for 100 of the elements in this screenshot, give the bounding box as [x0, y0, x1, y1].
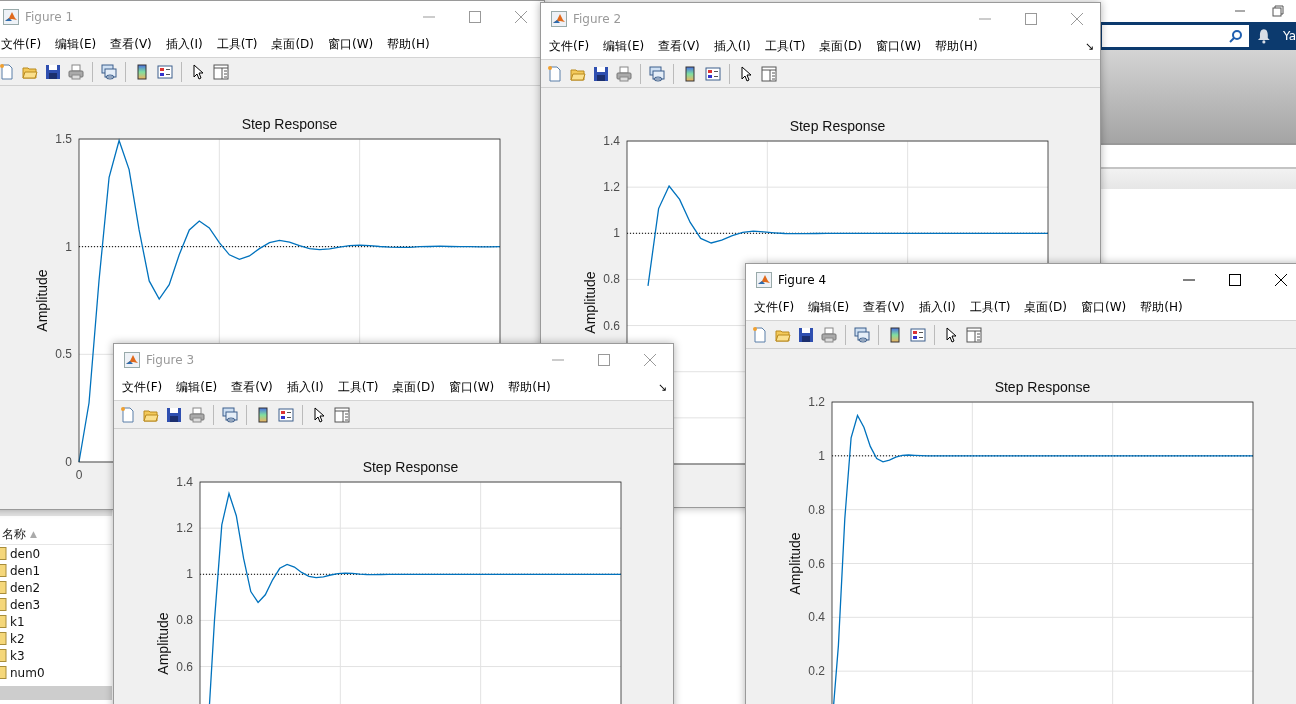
- linked-windows-icon[interactable]: [852, 324, 872, 345]
- variable-name[interactable]: k1: [10, 614, 25, 629]
- peak-logo-icon: [551, 10, 567, 27]
- close-icon: [644, 353, 656, 366]
- menu-item[interactable]: 插入(I): [713, 36, 751, 57]
- y-tick-label: 0.6: [603, 318, 620, 333]
- y-axis-label: Amplitude: [582, 271, 598, 334]
- variable-name[interactable]: den3: [10, 597, 41, 612]
- y-tick-label: 1.5: [55, 132, 72, 146]
- variable-icon: [0, 598, 7, 611]
- menu-item[interactable]: 查看(V): [110, 34, 152, 55]
- property-panel-icon[interactable]: [759, 63, 779, 84]
- y-tick-label: 0.8: [176, 613, 193, 628]
- menu-item[interactable]: 帮助(H): [508, 377, 551, 398]
- property-panel-icon[interactable]: [211, 61, 231, 82]
- menu-item[interactable]: 工具(T): [764, 36, 806, 57]
- maximize-icon: [598, 353, 610, 366]
- menu-item[interactable]: 文件(F): [1, 34, 42, 55]
- peak-logo-icon: [3, 8, 19, 25]
- window-title: Figure 3: [146, 352, 195, 367]
- variable-name[interactable]: den2: [10, 580, 41, 595]
- variable-icon: [0, 632, 7, 645]
- menu-item[interactable]: 工具(T): [216, 34, 258, 55]
- column-name: 名称: [2, 525, 26, 543]
- variable-name[interactable]: num0: [10, 665, 45, 680]
- menu-item[interactable]: 窗口(W): [328, 34, 374, 55]
- y-axis-label: Amplitude: [34, 269, 50, 332]
- y-tick-label: 0.8: [808, 502, 825, 517]
- menu-item[interactable]: 桌面(D): [1024, 297, 1067, 318]
- y-tick-label: 1.4: [603, 134, 620, 148]
- menu-item[interactable]: 帮助(H): [935, 36, 978, 57]
- menu-item[interactable]: 窗口(W): [449, 377, 495, 398]
- y-tick-label: 1: [65, 239, 72, 254]
- y-tick-label: 0.6: [808, 556, 825, 571]
- window-title: Figure 2: [573, 11, 622, 26]
- user-name[interactable]: Ya: [1282, 29, 1296, 43]
- linked-windows-icon[interactable]: [220, 404, 240, 425]
- maximize-icon: [1025, 12, 1037, 25]
- menu-item[interactable]: 编辑(E): [808, 297, 850, 318]
- menu-item[interactable]: 窗口(W): [1081, 297, 1127, 318]
- window-title: Figure 4: [778, 272, 827, 287]
- menu-item[interactable]: 文件(F): [754, 297, 795, 318]
- y-tick-label: 0.8: [603, 272, 620, 287]
- variable-name[interactable]: k2: [10, 631, 25, 646]
- variable-name[interactable]: k3: [10, 648, 25, 663]
- search-field[interactable]: [1102, 25, 1250, 47]
- window-title: Figure 1: [25, 9, 74, 24]
- y-tick-label: 1: [818, 448, 825, 463]
- peak-logo-icon: [756, 271, 772, 288]
- menu-item[interactable]: 编辑(E): [176, 377, 218, 398]
- y-tick-label: 0.6: [176, 659, 193, 674]
- maximize-icon: [1229, 273, 1241, 286]
- menu-item[interactable]: 文件(F): [122, 377, 163, 398]
- y-tick-label: 0.4: [808, 610, 825, 625]
- menu-overflow-button[interactable]: ↘: [658, 381, 667, 394]
- y-tick-label: 1.2: [808, 395, 825, 409]
- y-tick-label: 1: [186, 567, 193, 582]
- linked-windows-icon[interactable]: [99, 61, 119, 82]
- variable-icon: [0, 581, 7, 594]
- linked-windows-icon[interactable]: [647, 63, 667, 84]
- menu-item[interactable]: 桌面(D): [819, 36, 862, 57]
- x-tick-label: 0: [75, 468, 83, 482]
- menu-item[interactable]: 插入(I): [918, 297, 956, 318]
- y-axis-label: Amplitude: [155, 612, 171, 675]
- menu-item[interactable]: 编辑(E): [603, 36, 645, 57]
- variable-icon: [0, 615, 7, 628]
- column-header[interactable]: 名称 ▲: [0, 524, 112, 545]
- menu-item[interactable]: 工具(T): [969, 297, 1011, 318]
- menu-item[interactable]: 插入(I): [286, 377, 324, 398]
- menu-item[interactable]: 编辑(E): [55, 34, 97, 55]
- y-tick-label: 1.4: [176, 475, 193, 489]
- menu-item[interactable]: 查看(V): [231, 377, 273, 398]
- bell-icon[interactable]: [1257, 28, 1271, 44]
- menu-item[interactable]: 插入(I): [165, 34, 203, 55]
- chart-title: Step Response: [241, 116, 338, 132]
- menu-item[interactable]: 查看(V): [863, 297, 905, 318]
- menu-item[interactable]: 窗口(W): [876, 36, 922, 57]
- menu-item[interactable]: 帮助(H): [1140, 297, 1183, 318]
- maximize-icon: [469, 10, 481, 23]
- menu-item[interactable]: 工具(T): [337, 377, 379, 398]
- restore-icon[interactable]: [1272, 5, 1284, 17]
- variable-icon: [0, 649, 7, 662]
- chart-title: Step Response: [789, 118, 886, 134]
- variable-name[interactable]: den0: [10, 546, 41, 561]
- chart-title: Step Response: [362, 459, 459, 475]
- menu-item[interactable]: 桌面(D): [392, 377, 435, 398]
- variable-icon: [0, 564, 7, 577]
- menu-item[interactable]: 帮助(H): [387, 34, 430, 55]
- menu-overflow-button[interactable]: ↘: [1085, 40, 1094, 53]
- menu-item[interactable]: 文件(F): [549, 36, 590, 57]
- search-icon[interactable]: [1229, 29, 1244, 43]
- property-panel-icon[interactable]: [964, 324, 984, 345]
- scrollbar[interactable]: [0, 686, 112, 700]
- menu-item[interactable]: 桌面(D): [271, 34, 314, 55]
- variable-icon: [0, 547, 7, 560]
- y-tick-label: 1: [613, 226, 620, 241]
- menu-item[interactable]: 查看(V): [658, 36, 700, 57]
- chart-title: Step Response: [994, 379, 1091, 395]
- variable-name[interactable]: den1: [10, 563, 41, 578]
- property-panel-icon[interactable]: [332, 404, 352, 425]
